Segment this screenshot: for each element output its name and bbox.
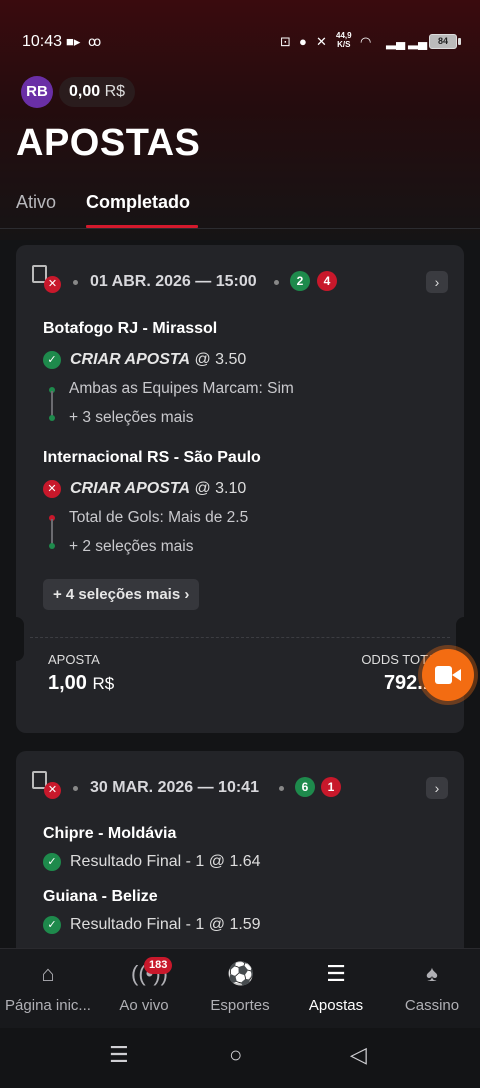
home-icon: ⌂: [41, 961, 55, 986]
signal-icon-2: ▂▄: [408, 34, 428, 49]
won-count-badge: 6: [295, 777, 315, 797]
status-time: 10:43: [22, 33, 63, 50]
market-label: CRIAR APOSTA: [70, 480, 190, 498]
odd-value: @ 3.50: [194, 351, 247, 369]
home-circle-icon[interactable]: ○: [229, 1042, 242, 1068]
nav-live[interactable]: ((•)) 183 Ao vivo: [96, 949, 192, 1029]
odd-value: @ 3.10: [194, 480, 247, 498]
cross-icon: ✕: [43, 480, 61, 498]
location-icon: ●: [299, 34, 307, 49]
chevron-right-icon[interactable]: ›: [426, 777, 448, 799]
balance-currency: R$: [104, 83, 126, 100]
cards-icon: ♠: [426, 961, 438, 986]
receipt-lost-icon: ✕: [32, 771, 61, 799]
bet-date: 01 ABR. 2026 — 15:00: [90, 273, 257, 290]
voicemail-icon: ꝏ: [88, 34, 102, 49]
more-selections-button[interactable]: + 4 seleções mais ›: [43, 579, 200, 610]
selection-detail: Total de Gols: Mais de 2.5: [69, 509, 249, 526]
avatar[interactable]: RB: [21, 76, 53, 108]
timeline-line: [51, 519, 53, 545]
receipt-icon: ☰: [326, 961, 346, 986]
back-icon[interactable]: ◁: [350, 1042, 367, 1068]
more-selections-text[interactable]: + 2 seleções mais: [69, 538, 194, 556]
bet-date: 30 MAR. 2026 — 10:41: [90, 779, 259, 796]
nav-home[interactable]: ⌂ Página inic...: [0, 949, 96, 1029]
chevron-right-icon: ›: [184, 586, 190, 603]
system-navigation-bar: ☰ ○ ◁: [0, 1028, 480, 1088]
ticket-notch: [16, 617, 24, 661]
chevron-right-icon[interactable]: ›: [426, 271, 448, 293]
separator-dot: [279, 786, 284, 791]
check-icon: ✓: [43, 351, 61, 369]
match-name: Chipre - Moldávia: [43, 825, 177, 842]
selection-detail: Ambas as Equipes Marcam: Sim: [69, 380, 294, 397]
lost-count-badge: 4: [317, 271, 337, 291]
wifi-icon: ◠: [360, 34, 372, 49]
market-label: CRIAR APOSTA: [70, 351, 190, 369]
won-count-badge: 2: [290, 271, 310, 291]
stake-label: APOSTA: [48, 652, 100, 667]
network-speed: 44,9 K/S: [336, 31, 352, 49]
selection-row: ✓ Resultado Final - 1 @ 1.59: [43, 916, 261, 934]
timeline-line: [51, 391, 53, 417]
recents-icon[interactable]: ☰: [109, 1042, 129, 1068]
video-record-button[interactable]: [422, 649, 474, 701]
separator-dot: [73, 786, 78, 791]
live-count-badge: 183: [144, 957, 173, 974]
selection-row: ✓ Resultado Final - 1 @ 1.64: [43, 853, 261, 871]
match-name: Botafogo RJ - Mirassol: [43, 320, 218, 337]
mute-bell-icon: ✕: [316, 34, 327, 49]
balance-pill[interactable]: 0,00 R$: [59, 77, 136, 107]
match-name: Guiana - Belize: [43, 888, 158, 905]
nav-sports[interactable]: ⚽ Esportes: [192, 949, 288, 1029]
check-icon: ✓: [43, 916, 61, 934]
selection-row: ✕ CRIAR APOSTA @ 3.10: [43, 480, 246, 498]
divider: [0, 228, 480, 229]
stake-value: 1,00 R$: [48, 672, 115, 694]
lost-count-badge: 1: [321, 777, 341, 797]
bet-card[interactable]: ✕ 01 ABR. 2026 — 15:00 2 4 › Botafogo RJ…: [16, 245, 464, 733]
page-title: APOSTAS: [16, 122, 201, 164]
soccer-ball-icon: ⚽: [227, 961, 255, 986]
selection-row: ✓ CRIAR APOSTA @ 3.50: [43, 351, 246, 369]
nav-casino[interactable]: ♠ Cassino: [384, 949, 480, 1029]
divider: [30, 637, 450, 638]
more-selections-text[interactable]: + 3 seleções mais: [69, 409, 194, 427]
match-name: Internacional RS - São Paulo: [43, 449, 261, 466]
receipt-lost-icon: ✕: [32, 265, 61, 293]
check-icon: ✓: [43, 853, 61, 871]
timeline-dot: [49, 543, 55, 549]
status-bar: 10:43 ■▸ ꝏ ⊡ ● ✕ 44,9 K/S ◠ ▂▄ ▂▄ 84: [0, 0, 480, 80]
timeline-dot: [49, 415, 55, 421]
video-camera-icon: [435, 666, 461, 684]
signal-icon-1: ▂▄: [386, 34, 406, 49]
separator-dot: [73, 280, 78, 285]
video-record-icon: ■▸: [66, 34, 81, 49]
balance-value: 0,00: [69, 83, 101, 100]
bottom-navigation: ⌂ Página inic... ((•)) 183 Ao vivo ⚽ Esp…: [0, 948, 480, 1029]
tab-completado[interactable]: Completado: [86, 192, 190, 213]
nav-bets[interactable]: ☰ Apostas: [288, 949, 384, 1029]
battery-icon: 84: [429, 34, 461, 49]
cast-icon: ⊡: [280, 34, 291, 49]
tab-ativo[interactable]: Ativo: [16, 192, 56, 213]
separator-dot: [274, 280, 279, 285]
